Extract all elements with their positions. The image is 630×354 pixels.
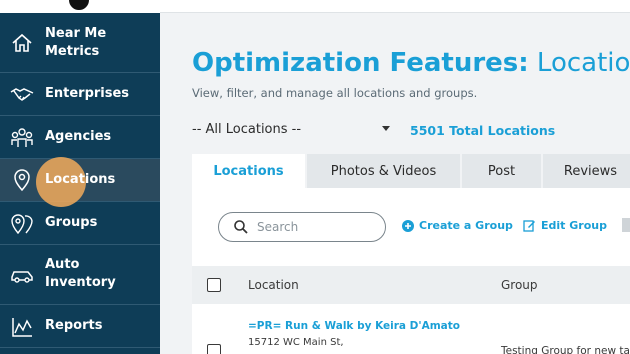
map-pin-icon [10,168,34,192]
chart-line-icon [10,315,34,339]
chevron-down-icon[interactable] [382,126,390,131]
sidebar-item-auto-inventory[interactable]: Auto Inventory [0,245,160,305]
page-title-rest: Locations [536,48,630,78]
sidebar-item-label: Reports [45,318,103,333]
sidebar-item-near-me-metrics[interactable]: Near Me Metrics [0,13,160,73]
search-input[interactable]: Search [218,212,386,242]
tab-reviews[interactable]: Reviews [543,154,630,188]
tab-locations[interactable]: Locations [192,154,305,188]
logo [66,0,92,13]
search-placeholder: Search [257,220,299,234]
sidebar-item-label: Locations [45,172,116,187]
sidebar-item-label: Inventory [45,275,116,290]
row-checkbox[interactable] [207,344,221,354]
sidebar-item-label: Metrics [45,44,100,59]
plus-circle-icon [402,219,414,232]
page-subtitle: View, filter, and manage all locations a… [192,86,478,100]
page-title: Optimization Features: Locations [192,48,630,78]
double-pin-icon [10,212,34,236]
location-name-link[interactable]: =PR= Run & Walk by Keira D'Amato [248,320,460,332]
edit-icon [523,220,535,232]
sidebar-item-groups[interactable]: Groups [0,202,160,245]
handshake-icon [10,83,34,107]
sidebar-item-enterprises[interactable]: Enterprises [0,73,160,116]
car-icon [10,263,34,287]
sidebar-item-label: Groups [45,215,98,230]
page-title-bold: Optimization Features: [192,48,529,78]
home-icon [10,31,34,55]
location-group: Testing Group for new tab [501,345,630,354]
search-icon [233,219,249,239]
edit-group-label: Edit Group [541,219,607,232]
tab-post[interactable]: Post [462,154,541,188]
sidebar-item-label: Auto [45,257,80,272]
edit-group-button[interactable]: Edit Group [523,219,607,232]
sidebar-item-agencies[interactable]: Agencies [0,116,160,159]
location-address: 15712 WC Main St, [248,337,344,348]
top-header-bar [160,0,630,13]
trash-icon[interactable] [622,218,630,232]
main-content: Optimization Features: Locations View, f… [160,0,630,354]
create-group-label: Create a Group [419,219,513,232]
create-group-button[interactable]: Create a Group [402,219,513,232]
sidebar-top-bar [0,0,160,13]
column-header-location[interactable]: Location [248,278,299,292]
table-header: Location Group [192,266,630,304]
sidebar-item-locations[interactable]: Locations [0,157,160,207]
sidebar-item-label: Near Me [45,26,107,41]
sidebar-item-label: Agencies [45,129,112,144]
column-header-group[interactable]: Group [501,278,538,292]
tab-bar: Locations Photos & Videos Post Reviews [192,154,630,188]
sidebar-item-reports[interactable]: Reports [0,305,160,348]
total-locations-link[interactable]: 5501 Total Locations [410,123,555,138]
locations-panel: Search Create a Group Edit Group Locatio… [192,188,630,354]
select-all-checkbox[interactable] [207,278,221,292]
sidebar-item-label: Enterprises [45,86,130,101]
tab-photos-videos[interactable]: Photos & Videos [307,154,460,188]
sidebar: Near Me Metrics Enterprises Agencies Loc… [0,0,160,354]
people-group-icon [10,126,34,150]
location-selector[interactable]: -- All Locations -- [192,122,301,137]
